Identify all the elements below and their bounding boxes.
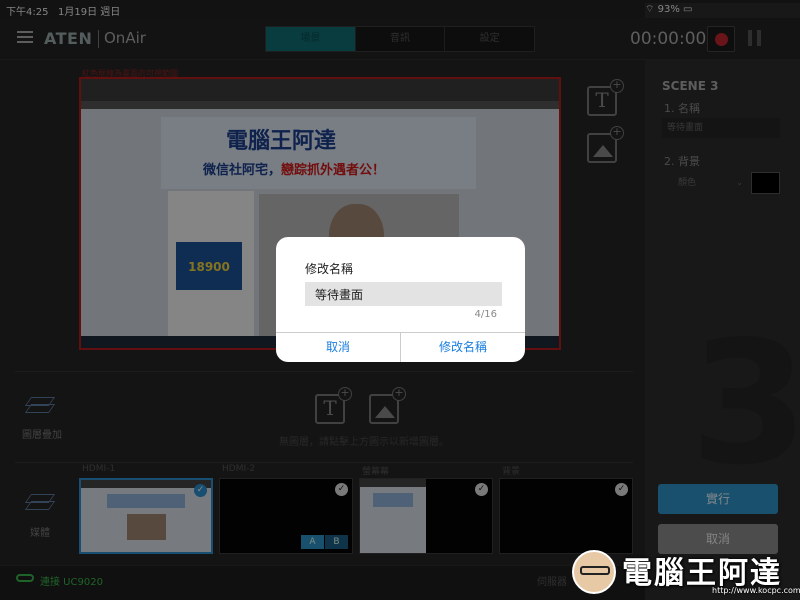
- watermark-url: http://www.kocpc.com.tw: [712, 586, 800, 595]
- character-count: 4/16: [474, 309, 497, 320]
- site-watermark: 電腦王阿達 http://www.kocpc.com.tw: [572, 548, 800, 600]
- dialog-confirm-button[interactable]: 修改名稱: [400, 333, 525, 362]
- mascot-logo: [572, 550, 616, 594]
- dialog-cancel-button[interactable]: 取消: [276, 333, 400, 362]
- rename-input[interactable]: [305, 282, 502, 306]
- dialog-title: 修改名稱: [305, 262, 354, 276]
- dialog-actions: 取消 修改名稱: [276, 332, 525, 362]
- rename-dialog: 修改名稱 4/16 取消 修改名稱: [276, 237, 525, 362]
